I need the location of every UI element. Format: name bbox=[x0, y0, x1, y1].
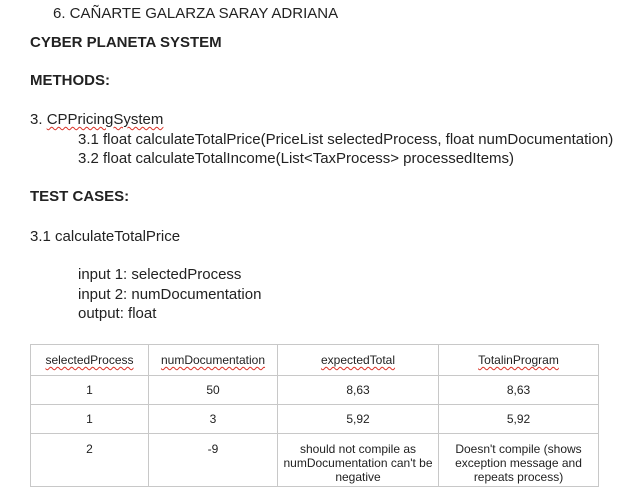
table-row: 2 -9 should not compile as numDocumentat… bbox=[30, 433, 599, 487]
table-cell: 5,92 bbox=[438, 404, 599, 434]
io-item: input 2: numDocumentation bbox=[78, 286, 262, 303]
table-cell: 5,92 bbox=[277, 404, 439, 434]
methods-heading: METHODS: bbox=[30, 72, 110, 89]
table-row: 1 50 8,63 8,63 bbox=[30, 375, 599, 405]
table-cell: 1 bbox=[30, 375, 149, 405]
table-cell: 2 bbox=[30, 433, 149, 487]
table-cell: 3 bbox=[148, 404, 278, 434]
class-name: CPPricingSystem bbox=[46, 111, 164, 128]
case-title: 3.1 calculateTotalPrice bbox=[30, 228, 181, 245]
test-cases-heading: TEST CASES: bbox=[30, 188, 130, 205]
author-line: 6. CAÑARTE GALARZA SARAY ADRIANA bbox=[53, 5, 339, 22]
io-item: output: float bbox=[78, 305, 157, 322]
class-number: 3. bbox=[30, 111, 47, 128]
table-cell: 50 bbox=[148, 375, 278, 405]
system-title: CYBER PLANETA SYSTEM bbox=[30, 34, 222, 51]
table-cell: should not compile as numDocumentation c… bbox=[277, 433, 439, 487]
test-case-table: selectedProcess numDocumentation expecte… bbox=[30, 344, 599, 487]
table-header-row: selectedProcess numDocumentation expecte… bbox=[30, 344, 599, 376]
table-row: 1 3 5,92 5,92 bbox=[30, 404, 599, 434]
table-header-cell: selectedProcess bbox=[30, 344, 149, 376]
table-header-cell: numDocumentation bbox=[148, 344, 278, 376]
table-cell: Doesn't compile (shows exception message… bbox=[438, 433, 599, 487]
method-item: 3.1 float calculateTotalPrice(PriceList … bbox=[78, 131, 614, 148]
table-cell: 1 bbox=[30, 404, 149, 434]
class-heading: 3. CPPricingSystem bbox=[30, 111, 163, 129]
table-cell: 8,63 bbox=[277, 375, 439, 405]
table-cell: 8,63 bbox=[438, 375, 599, 405]
table-header-cell: expectedTotal bbox=[277, 344, 439, 376]
table-header-cell: TotalinProgram bbox=[438, 344, 599, 376]
io-item: input 1: selectedProcess bbox=[78, 266, 242, 283]
method-item: 3.2 float calculateTotalIncome(List<TaxP… bbox=[78, 150, 515, 167]
table-cell: -9 bbox=[148, 433, 278, 487]
